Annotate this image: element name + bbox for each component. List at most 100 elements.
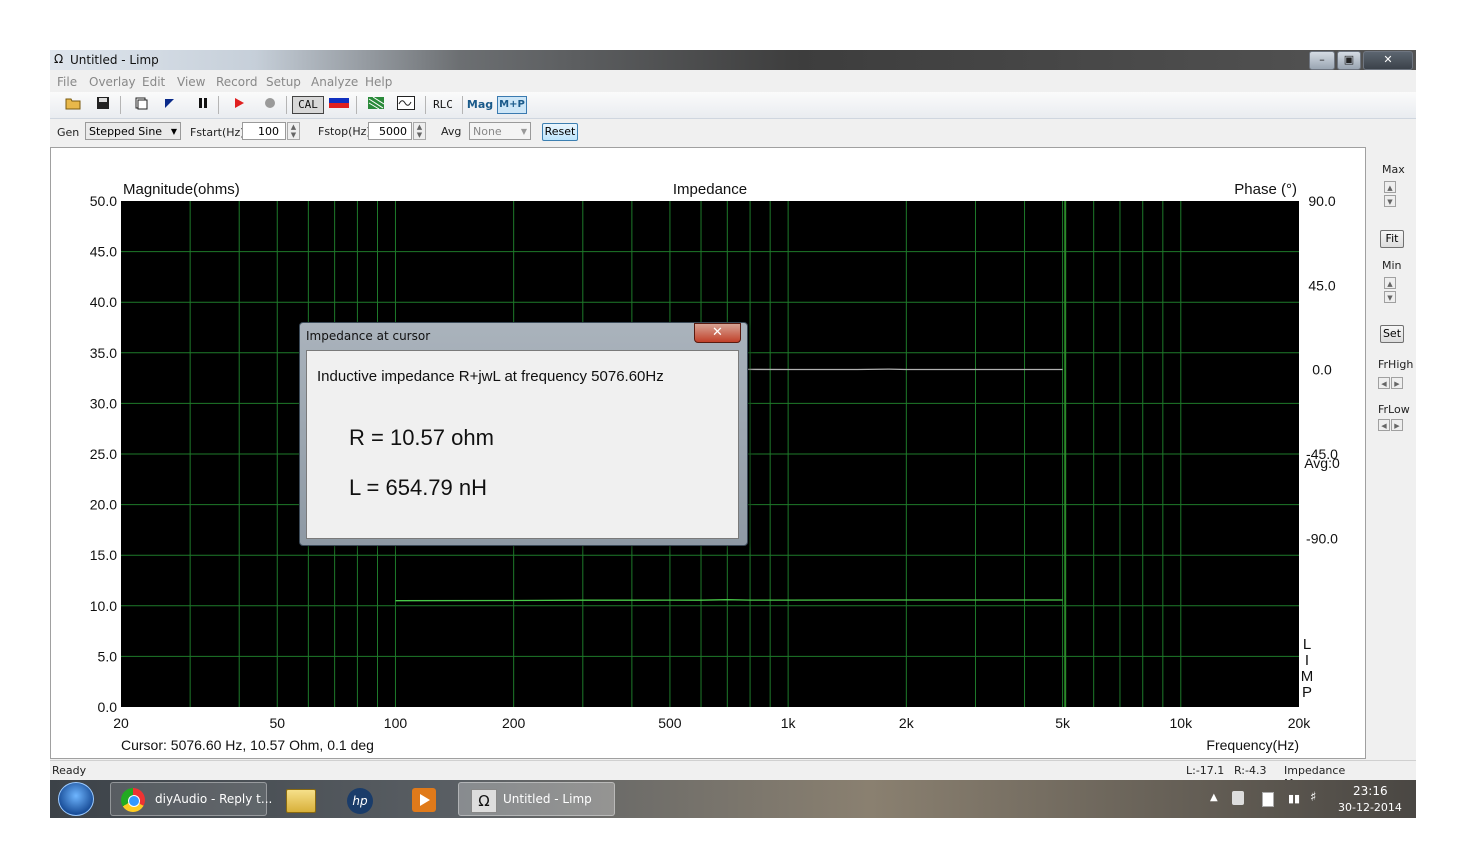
max-down-button[interactable]: ▼ — [1384, 195, 1396, 207]
toolbar-separator — [286, 96, 287, 114]
maximize-button[interactable]: ▣ — [1337, 51, 1361, 70]
taskbar-item-limp[interactable]: Ω Untitled - Limp — [458, 782, 615, 816]
save-icon[interactable] — [94, 96, 112, 114]
menu-view[interactable]: View — [177, 75, 205, 89]
frhigh-right-button[interactable]: ▶ — [1391, 377, 1403, 389]
y-tick-label-left: 50.0 — [90, 193, 117, 209]
x-tick-label: 50 — [269, 715, 285, 731]
close-button[interactable]: ✕ — [1363, 51, 1413, 70]
omega-icon: Ω — [54, 52, 64, 66]
new-doc-icon[interactable] — [132, 96, 150, 114]
rlc-button[interactable]: RLC — [431, 96, 455, 114]
frlow-left-button[interactable]: ◀ — [1378, 419, 1390, 431]
toolbar-separator — [462, 96, 463, 114]
fit-button[interactable]: Fit — [1380, 230, 1404, 248]
impedance-dialog: Impedance at cursor ✕ Inductive impedanc… — [299, 322, 748, 546]
window-title: Untitled - Limp — [70, 53, 159, 67]
x-tick-label: 10k — [1170, 715, 1194, 731]
gen-label: Gen — [57, 126, 80, 139]
status-l-value: L:-17.1 — [1186, 764, 1225, 777]
record-icon[interactable] — [230, 96, 248, 114]
cursor-readout: Cursor: 5076.60 Hz, 10.57 Ohm, 0.1 deg — [121, 737, 374, 753]
fstop-stepper[interactable]: ▲ ▼ — [413, 122, 426, 140]
max-up-button[interactable]: ▲ — [1384, 181, 1396, 193]
tray-volume-icon[interactable]: ♯ — [1310, 790, 1316, 805]
file-explorer-icon — [286, 789, 316, 813]
stop-icon[interactable] — [261, 96, 279, 114]
menu-file[interactable]: File — [57, 75, 77, 89]
y-tick-label-left: 15.0 — [90, 547, 117, 563]
chart-icon[interactable] — [366, 96, 386, 114]
toolbar-separator — [120, 96, 121, 114]
min-down-button[interactable]: ▼ — [1384, 291, 1396, 303]
y-tick-label-left: 35.0 — [90, 345, 117, 361]
tray-flag-icon[interactable] — [1232, 791, 1244, 805]
status-bar: Ready L:-17.1 R:-4.3 Impedance Measureme… — [50, 760, 1416, 790]
menu-record[interactable]: Record — [216, 75, 257, 89]
tray-device-icon[interactable] — [1262, 792, 1274, 807]
mag-phase-button[interactable]: M+P — [497, 96, 527, 114]
menu-bar: File Overlay Edit View Record Setup Anal… — [50, 70, 1416, 92]
pause-icon[interactable] — [194, 96, 212, 114]
frhigh-left-button[interactable]: ◀ — [1378, 377, 1390, 389]
clock-time[interactable]: 23:16 — [1353, 784, 1388, 798]
x-tick-label: 20 — [113, 715, 129, 731]
marker-icon[interactable] — [160, 96, 178, 114]
frlow-right-button[interactable]: ▶ — [1391, 419, 1403, 431]
menu-help[interactable]: Help — [365, 75, 392, 89]
chevron-down-icon: ▼ — [170, 127, 177, 136]
x-tick-label: 5k — [1055, 715, 1071, 731]
menu-setup[interactable]: Setup — [266, 75, 301, 89]
chrome-icon — [121, 788, 145, 812]
menu-edit[interactable]: Edit — [142, 75, 165, 89]
y-tick-label-left: 10.0 — [90, 598, 117, 614]
color-bar-icon[interactable] — [328, 96, 350, 114]
taskbar-item-hp[interactable]: hp — [337, 782, 383, 816]
avg-label: Avg:0 — [1304, 455, 1340, 471]
windows-start-icon[interactable] — [58, 782, 94, 816]
avg-label: Avg — [441, 125, 462, 138]
menu-overlay[interactable]: Overlay — [89, 75, 136, 89]
dialog-heading: Inductive impedance R+jwL at frequency 5… — [317, 368, 664, 385]
fstart-label: Fstart(Hz) — [190, 126, 245, 139]
dialog-body: Inductive impedance R+jwL at frequency 5… — [306, 350, 739, 539]
wave-icon[interactable] — [396, 96, 416, 114]
clock-date[interactable]: 30-12-2014 — [1338, 801, 1402, 814]
frlow-label: FrLow — [1378, 403, 1410, 416]
tray-network-icon[interactable]: ▮▮ — [1288, 792, 1300, 805]
x-axis-label: Frequency(Hz) — [1206, 737, 1299, 753]
avg-select-value: None — [473, 125, 502, 138]
tray-up-arrow-icon[interactable]: ▲ — [1210, 792, 1218, 803]
minimize-button[interactable]: – — [1309, 51, 1335, 70]
toolbar: CAL RLC Mag M+P — [50, 92, 1416, 119]
toolbar-separator — [425, 96, 426, 114]
menu-analyze[interactable]: Analyze — [311, 75, 358, 89]
chart-title: Impedance — [673, 181, 747, 198]
taskbar: diyAudio - Reply t... hp Ω Untitled - Li… — [50, 780, 1416, 818]
generator-params: Gen Stepped Sine ▼ Fstart(Hz) 100 ▲ ▼ Fst… — [50, 119, 1416, 145]
y-tick-label-left: 5.0 — [98, 648, 118, 664]
brand-letter: L — [1303, 636, 1311, 653]
open-folder-icon[interactable] — [64, 96, 82, 114]
y-tick-label-left: 40.0 — [90, 294, 117, 310]
mag-button[interactable]: Mag — [466, 96, 494, 114]
min-up-button[interactable]: ▲ — [1384, 277, 1396, 289]
taskbar-item-explorer[interactable] — [277, 782, 323, 816]
status-r-value: R:-4.3 — [1234, 764, 1267, 777]
toolbar-separator — [356, 96, 357, 114]
reset-button[interactable]: Reset — [542, 123, 578, 141]
avg-select[interactable]: None ▼ — [469, 122, 531, 140]
fstart-stepper[interactable]: ▲ ▼ — [287, 122, 300, 140]
set-button[interactable]: Set — [1380, 325, 1404, 343]
max-label: Max — [1382, 163, 1405, 176]
gen-select[interactable]: Stepped Sine ▼ — [85, 122, 181, 140]
taskbar-item-media[interactable] — [401, 782, 447, 816]
dialog-close-button[interactable]: ✕ — [694, 323, 741, 343]
y-tick-label-right: 0.0 — [1312, 362, 1332, 378]
cal-button[interactable]: CAL — [292, 96, 324, 114]
x-tick-label: 100 — [384, 715, 408, 731]
status-text: Ready — [52, 764, 87, 777]
fstart-input[interactable]: 100 — [242, 122, 286, 140]
fstop-input[interactable]: 5000 — [368, 122, 412, 140]
taskbar-item-chrome[interactable]: diyAudio - Reply t... — [110, 782, 272, 816]
